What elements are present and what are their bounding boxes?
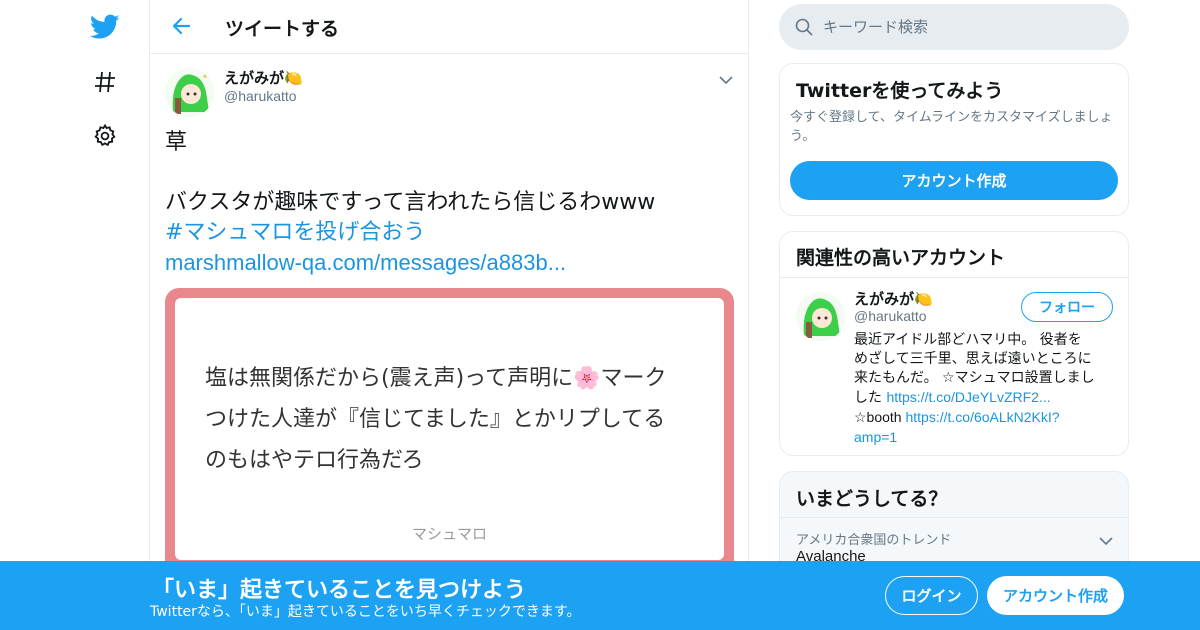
- hashtag-link[interactable]: #マシュマロを投げ合おう: [165, 220, 425, 245]
- tweet: えがみが🍋 @harukatto: [150, 54, 748, 117]
- divider: [780, 277, 1128, 278]
- hashtag-icon[interactable]: [90, 67, 120, 97]
- card-title: Twitterを使ってみよう: [796, 80, 1004, 102]
- media-text-line: のもはやテロ行為だろ: [205, 448, 424, 473]
- tweet-text-line: 草: [165, 130, 188, 155]
- search-box[interactable]: [779, 4, 1129, 50]
- related-account-handle[interactable]: @harukatto: [854, 308, 927, 324]
- avatar[interactable]: [165, 68, 214, 117]
- bio-link[interactable]: https://t.co/DJeYLvZRF2...: [886, 389, 1050, 405]
- chevron-down-icon[interactable]: [1099, 531, 1113, 550]
- media-inner: 塩は無関係だから(震え声)って声明に🌸マーク つけた人達が『信じてました』とかリ…: [175, 298, 724, 560]
- media-text: 塩は無関係だから(震え声)って声明に🌸マーク つけた人達が『信じてました』とかリ…: [205, 358, 705, 481]
- bio-line: めざして三千里、思えば遠いところに: [854, 351, 1092, 367]
- media-text-line: つけた人達が『信じてました』とかリプしてる: [205, 407, 666, 432]
- chevron-down-icon[interactable]: [719, 70, 733, 85]
- card-description: 今すぐ登録して、タイムラインをカスタマイズしましょう。: [790, 110, 1113, 144]
- tweet-text-blank: [165, 158, 735, 188]
- media-footer: マシュマロ: [411, 525, 487, 543]
- banner-subtitle: Twitterなら、「いま」起きていることをいち早くチェックできます。: [150, 604, 581, 620]
- card-title: 関連性の高いアカウント: [796, 247, 1006, 269]
- gear-icon[interactable]: [90, 121, 120, 151]
- trend-context: アメリカ合衆国のトレンド: [796, 533, 952, 548]
- related-account-name[interactable]: えがみが🍋: [854, 288, 933, 309]
- media-card[interactable]: 塩は無関係だから(震え声)って声明に🌸マーク つけた人達が『信じてました』とかリ…: [165, 288, 734, 578]
- signup-prompt-card: Twitterを使ってみよう 今すぐ登録して、タイムラインをカスタマイズしましょ…: [779, 63, 1129, 216]
- follow-button[interactable]: フォロー: [1021, 292, 1113, 322]
- bio-text: ☆booth: [854, 409, 906, 425]
- bio-text: した: [854, 390, 887, 406]
- bio-line: 来たもんだ。 ☆マシュマロ設置しまし: [854, 370, 1095, 386]
- search-input[interactable]: [823, 12, 1113, 42]
- main-column: ツイートする えがみが🍋 @harukatto 草 バクスタが趣味ですって言われ…: [149, 0, 749, 630]
- author-name[interactable]: えがみが🍋: [224, 67, 303, 88]
- bio-line: 最近アイドル部どハマリ中。 役者を: [854, 332, 1082, 348]
- divider: [780, 517, 1128, 518]
- back-arrow-icon[interactable]: [170, 14, 194, 38]
- bio-link-continued[interactable]: amp=1: [854, 429, 897, 445]
- related-account-bio: 最近アイドル部どハマリ中。 役者を めざして三千里、思えば遠いところに 来たもん…: [854, 331, 1119, 448]
- main-header: ツイートする: [150, 0, 748, 54]
- tweet-text-line: バクスタが趣味ですって言われたら信じるわwww: [165, 190, 656, 215]
- login-button[interactable]: ログイン: [885, 576, 978, 615]
- signup-button[interactable]: アカウント作成: [987, 576, 1124, 615]
- url-link[interactable]: marshmallow-qa.com/messages/a883b...: [165, 250, 566, 275]
- card-title: いまどうしてる？: [796, 488, 948, 510]
- banner-title: 「いま」起きていることを見つけよう: [152, 578, 527, 603]
- author-handle[interactable]: @harukatto: [224, 88, 297, 104]
- create-account-button[interactable]: アカウント作成: [790, 161, 1118, 200]
- tweet-text: 草 バクスタが趣味ですって言われたら信じるわwww #マシュマロを投げ合おう m…: [165, 128, 735, 279]
- page-title: ツイートする: [225, 18, 340, 40]
- signup-banner: 「いま」起きていることを見つけよう Twitterなら、「いま」起きていることを…: [0, 561, 1200, 630]
- left-nav: [0, 0, 150, 630]
- search-icon: [795, 18, 813, 40]
- bio-link[interactable]: https://t.co/6oALkN2KkI?: [905, 409, 1059, 425]
- media-text-line: 塩は無関係だから(震え声)って声明に🌸マーク: [205, 366, 667, 391]
- twitter-bird-icon[interactable]: [90, 12, 120, 42]
- avatar[interactable]: [796, 292, 845, 341]
- related-accounts-card: 関連性の高いアカウント えがみが🍋 @harukatto フォロー 最近アイドル…: [779, 231, 1129, 456]
